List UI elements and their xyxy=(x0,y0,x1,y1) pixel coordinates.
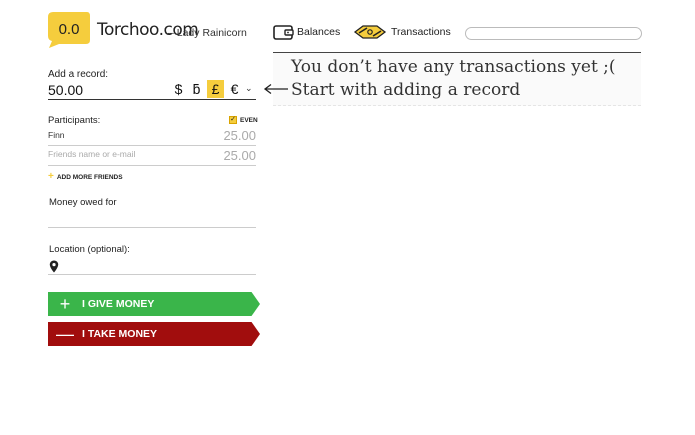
friend-email-input[interactable] xyxy=(48,149,188,159)
wallet-icon xyxy=(273,25,294,40)
participant-row: Finn 25.00 xyxy=(48,128,256,146)
participant-name: Finn xyxy=(48,130,65,140)
arrow-left-icon xyxy=(263,83,288,95)
amount-row: $ ƃ £ € ⌄ xyxy=(48,80,256,100)
add-record-label: Add a record: xyxy=(48,69,109,80)
minus-icon: — xyxy=(56,323,74,344)
owed-for-input[interactable] xyxy=(48,212,256,228)
currency-dollar[interactable]: $ xyxy=(170,80,187,98)
take-money-button[interactable]: — I TAKE MONEY xyxy=(48,322,260,346)
new-participant-row: 25.00 xyxy=(48,148,256,166)
transactions-icon xyxy=(353,25,387,39)
logo-icon[interactable]: 0.0 xyxy=(45,10,91,48)
location-label: Location (optional): xyxy=(49,244,130,255)
currency-euro[interactable]: € xyxy=(226,80,243,98)
give-money-label: I GIVE MONEY xyxy=(82,298,155,310)
nav-transactions-label: Transactions xyxy=(391,26,451,38)
logo-mark: 0.0 xyxy=(59,21,80,38)
checkbox-icon[interactable]: ✓ xyxy=(229,116,237,124)
location-input[interactable] xyxy=(48,259,256,275)
currency-pound[interactable]: £ xyxy=(207,80,224,98)
participants-label: Participants: xyxy=(48,115,101,126)
owed-for-label: Money owed for xyxy=(49,197,117,208)
user-name[interactable]: – Lady Rainicorn xyxy=(168,27,247,39)
currency-dropdown-icon[interactable]: ⌄ xyxy=(245,83,253,94)
plus-icon: + xyxy=(59,293,71,314)
add-friends-label: ADD MORE FRIENDS xyxy=(56,173,123,181)
take-money-label: I TAKE MONEY xyxy=(82,328,158,340)
empty-state-panel: You don’t have any transactions yet ;( S… xyxy=(273,52,641,106)
empty-state-title: You don’t have any transactions yet ;( xyxy=(291,57,616,77)
amount-input[interactable] xyxy=(48,82,158,98)
nav-transactions[interactable]: Transactions xyxy=(353,23,451,41)
even-toggle[interactable]: ✓ EVEN xyxy=(229,116,258,124)
new-participant-amount[interactable]: 25.00 xyxy=(223,148,256,163)
participant-amount[interactable]: 25.00 xyxy=(223,128,256,143)
give-money-button[interactable]: + I GIVE MONEY xyxy=(48,292,260,316)
plus-icon: + xyxy=(48,171,54,182)
empty-state-hint: Start with adding a record xyxy=(291,80,521,100)
currency-other[interactable]: ƃ xyxy=(188,80,205,98)
even-label: EVEN xyxy=(240,116,258,124)
add-more-friends-button[interactable]: + ADD MORE FRIENDS xyxy=(48,171,123,182)
search-input[interactable] xyxy=(465,27,642,40)
nav-balances[interactable]: Balances xyxy=(273,23,340,41)
nav-balances-label: Balances xyxy=(297,26,341,38)
